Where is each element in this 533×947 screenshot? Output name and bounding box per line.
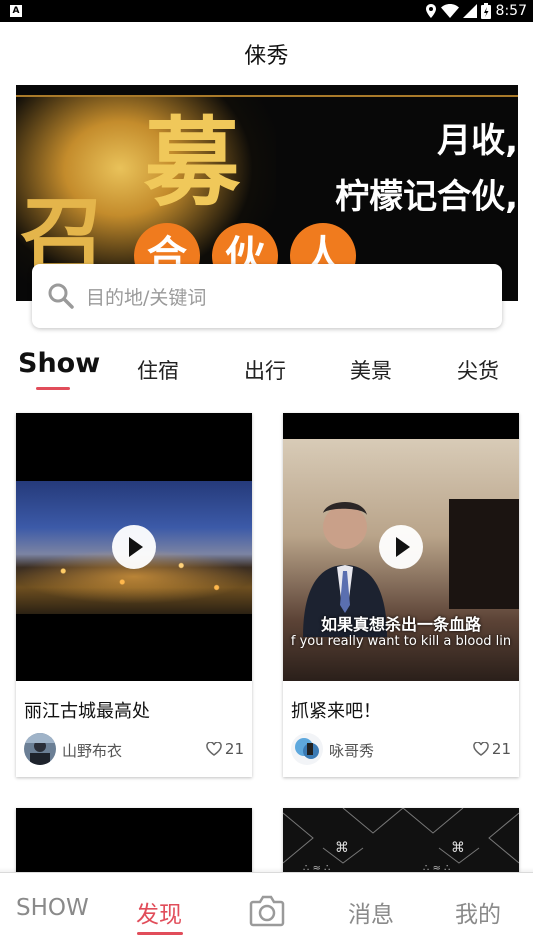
play-icon[interactable] <box>112 525 156 569</box>
nav-me[interactable]: 我的 <box>455 895 501 929</box>
pattern-glyph: ⌘ <box>335 840 349 856</box>
signal-icon <box>463 4 477 18</box>
video-subtitle-cn: 如果真想杀出一条血路 <box>320 615 481 634</box>
author-name[interactable]: 山野布衣 <box>62 740 122 761</box>
nav-messages[interactable]: 消息 <box>348 895 394 929</box>
bottom-nav: SHOW 发现 消息 我的 <box>0 867 533 947</box>
active-nav-indicator <box>137 932 183 935</box>
status-bar: A 8:57 <box>0 0 533 22</box>
tab-show[interactable]: Show <box>18 348 100 379</box>
search-icon <box>48 283 74 309</box>
heart-icon <box>473 742 489 756</box>
pattern-glyph: ⌘ <box>451 840 465 856</box>
video-card[interactable]: 如果真想杀出一条血路 f you really want to kill a b… <box>283 413 519 777</box>
search-box[interactable]: 目的地/关键词 <box>32 264 502 328</box>
banner-line-2: 柠檬记合伙, <box>335 177 518 217</box>
piano-image <box>449 499 519 609</box>
location-icon <box>426 4 436 18</box>
video-card[interactable]: ⌘ ⌘ ∴ ≈ ∴ ∴ ≈ ∴ <box>283 808 519 874</box>
banner-line-1: 月收, <box>437 121 518 161</box>
search-input[interactable]: 目的地/关键词 <box>86 283 206 310</box>
like-count-value: 21 <box>224 740 244 758</box>
battery-icon <box>481 3 491 19</box>
wifi-icon <box>441 4 459 18</box>
card-title: 抓紧来吧！ <box>291 701 381 722</box>
tab-accommodation[interactable]: 住宿 <box>137 355 179 385</box>
video-card[interactable] <box>16 808 252 874</box>
play-icon[interactable] <box>379 525 423 569</box>
video-thumbnail[interactable]: ⌘ ⌘ ∴ ≈ ∴ ∴ ≈ ∴ <box>283 808 519 874</box>
tab-goods[interactable]: 尖货 <box>457 355 499 385</box>
avatar[interactable] <box>291 733 323 765</box>
nav-discover[interactable]: 发现 <box>136 895 182 929</box>
avatar[interactable] <box>24 733 56 765</box>
video-thumbnail[interactable] <box>16 808 252 874</box>
active-tab-indicator <box>36 387 70 390</box>
video-thumbnail[interactable] <box>16 413 252 681</box>
video-card[interactable]: 丽江古城最高处 山野布衣 21 <box>16 413 252 777</box>
video-subtitle-en: f you really want to kill a blood lin <box>290 634 512 649</box>
heart-icon <box>206 742 222 756</box>
app-notification-icon: A <box>10 5 22 17</box>
like-count[interactable]: 21 <box>473 740 511 758</box>
tab-scenery[interactable]: 美景 <box>350 355 392 385</box>
tab-travel[interactable]: 出行 <box>244 355 286 385</box>
card-title: 丽江古城最高处 <box>24 701 150 722</box>
author-name[interactable]: 咏哥秀 <box>329 740 374 761</box>
camera-icon[interactable] <box>247 893 287 929</box>
like-count[interactable]: 21 <box>206 740 244 758</box>
page-title: 俫秀 <box>244 44 289 69</box>
video-thumbnail[interactable]: 如果真想杀出一条血路 f you really want to kill a b… <box>283 413 519 681</box>
status-icons <box>425 3 491 19</box>
category-tabs: Show 住宿 出行 美景 尖货 <box>0 345 533 395</box>
nav-show[interactable]: SHOW <box>16 895 89 921</box>
pattern-image: ⌘ ⌘ ∴ ≈ ∴ ∴ ≈ ∴ <box>283 808 519 874</box>
like-count-value: 21 <box>491 740 511 758</box>
clock: 8:57 <box>495 3 527 19</box>
banner-big-char: 募 <box>144 106 240 219</box>
